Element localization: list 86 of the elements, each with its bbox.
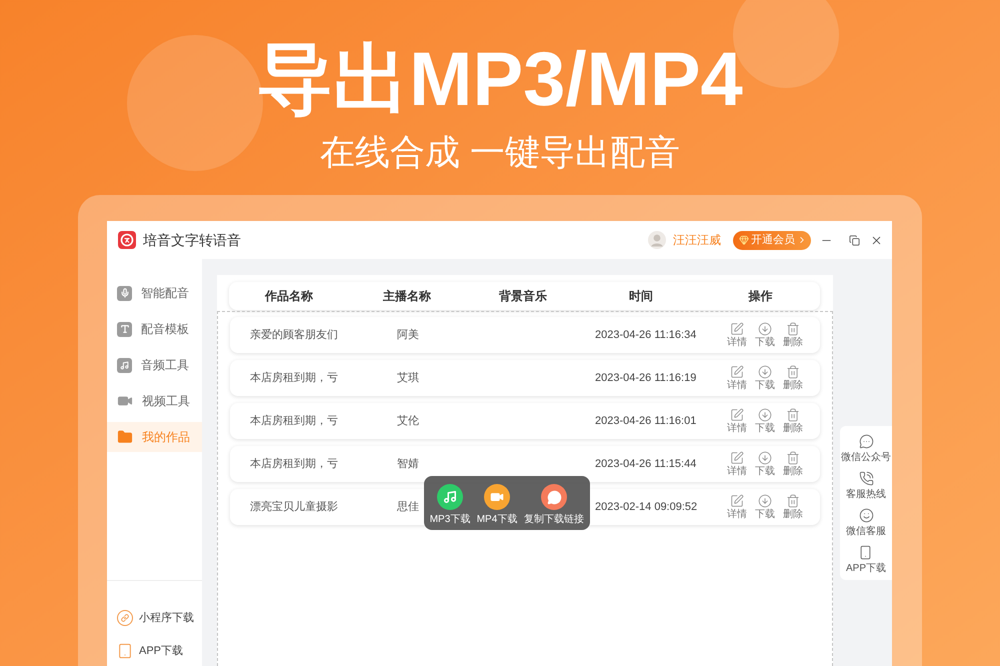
edit-icon bbox=[730, 322, 744, 336]
sidebar-item[interactable]: 视频工具 bbox=[107, 386, 202, 416]
banner-subtitle: 在线合成 一键导出配音 bbox=[320, 133, 680, 173]
table-cell-text: 思佳 bbox=[397, 500, 420, 515]
trash-icon bbox=[786, 494, 800, 508]
mp4-download-button[interactable]: MP4下载 bbox=[476, 484, 518, 530]
table-cell-text: 2023-02-14 09:09:52 bbox=[595, 500, 698, 515]
download-icon bbox=[758, 450, 772, 464]
video-camera-icon bbox=[484, 484, 510, 510]
smiley-icon bbox=[858, 508, 874, 522]
link-icon bbox=[117, 610, 133, 626]
trash-icon bbox=[786, 450, 800, 464]
table-cell-text: 2023-04-26 11:16:34 bbox=[595, 328, 698, 343]
trash-icon bbox=[786, 322, 800, 336]
sidebar-item[interactable]: 配音模板 bbox=[107, 314, 202, 344]
vip-button[interactable]: 开通会员 bbox=[733, 230, 811, 250]
download-icon bbox=[758, 322, 772, 336]
avatar-icon bbox=[648, 231, 666, 249]
wechat-account-button[interactable]: 微信公众号 bbox=[841, 430, 891, 467]
app-title: 培音文字转语音 bbox=[143, 230, 241, 250]
user-name[interactable]: 汪汪汪威 bbox=[673, 231, 721, 249]
trash-icon bbox=[786, 408, 800, 422]
diamond-icon bbox=[739, 235, 749, 245]
details-button[interactable]: 详情 bbox=[725, 322, 749, 348]
delete-button[interactable]: 删除 bbox=[781, 364, 805, 392]
details-button[interactable]: 详情 bbox=[725, 408, 749, 434]
table-cell-text: 2023-04-26 11:15:44 bbox=[595, 456, 698, 472]
text-template-icon bbox=[117, 322, 132, 336]
download-icon bbox=[758, 494, 772, 508]
delete-button[interactable]: 删除 bbox=[781, 494, 805, 520]
column-header: 背景音乐 bbox=[499, 288, 547, 305]
delete-button[interactable]: 删除 bbox=[781, 408, 805, 434]
table-cell-text: 艾琪 bbox=[397, 370, 420, 386]
sidebar-item[interactable]: 智能配音 bbox=[107, 278, 202, 308]
download-button[interactable]: 下载 bbox=[753, 494, 777, 520]
download-button[interactable]: 下载 bbox=[753, 408, 777, 434]
download-icon bbox=[758, 364, 772, 378]
smartphone-icon bbox=[858, 544, 874, 560]
details-button[interactable]: 详情 bbox=[725, 494, 749, 520]
app-download-button[interactable]: APP下载 bbox=[846, 541, 886, 578]
folder-icon bbox=[117, 429, 133, 445]
download-button[interactable]: 下载 bbox=[753, 450, 777, 478]
tablet-icon bbox=[117, 643, 133, 659]
column-header: 操作 bbox=[748, 288, 772, 305]
chat-bubble-icon bbox=[858, 434, 874, 448]
edit-icon bbox=[730, 408, 744, 422]
details-button[interactable]: 详情 bbox=[725, 364, 749, 392]
music-note-icon bbox=[117, 358, 132, 372]
mini-program-link[interactable]: 小程序下载 bbox=[107, 606, 202, 630]
column-header: 作品名称 bbox=[265, 288, 313, 305]
table-cell-text: 智婧 bbox=[397, 456, 420, 472]
restore-icon[interactable] bbox=[849, 234, 860, 246]
edit-icon bbox=[730, 364, 744, 378]
microphone-icon bbox=[117, 286, 132, 300]
wechat-service-button[interactable]: 微信客服 bbox=[846, 504, 886, 541]
table-cell-text: 本店房租到期，亏 bbox=[250, 414, 339, 429]
chat-bubble-icon bbox=[541, 484, 567, 510]
sidebar-item[interactable]: 音频工具 bbox=[107, 350, 202, 380]
table-cell-text: 漂亮宝贝儿童摄影 bbox=[250, 500, 339, 515]
music-note-icon bbox=[437, 484, 463, 510]
download-button[interactable]: 下载 bbox=[753, 322, 777, 348]
hotline-button[interactable]: 客服热线 bbox=[846, 467, 886, 504]
phone-icon bbox=[858, 470, 874, 486]
banner-title: 导出MP3/MP4 bbox=[257, 40, 743, 120]
column-header: 主播名称 bbox=[383, 288, 431, 305]
delete-button[interactable]: 删除 bbox=[781, 322, 805, 348]
delete-button[interactable]: 删除 bbox=[781, 450, 805, 478]
copy-link-button[interactable]: 复制下载链接 bbox=[523, 484, 585, 530]
details-button[interactable]: 详情 bbox=[725, 450, 749, 478]
download-button[interactable]: 下载 bbox=[753, 364, 777, 392]
table-cell-text: 本店房租到期，亏 bbox=[250, 370, 339, 386]
trash-icon bbox=[786, 364, 800, 378]
mp3-download-button[interactable]: MP3下载 bbox=[429, 484, 471, 530]
table-cell-text: 2023-04-26 11:16:01 bbox=[595, 414, 698, 429]
table-cell-text: 本店房租到期，亏 bbox=[250, 456, 339, 472]
table-cell-text: 亲爱的顾客朋友们 bbox=[250, 328, 339, 343]
app-download-link[interactable]: APP下载 bbox=[107, 639, 202, 663]
edit-icon bbox=[730, 494, 744, 508]
app-logo-icon bbox=[118, 231, 136, 249]
column-header: 时间 bbox=[629, 288, 653, 305]
table-cell-text: 艾伦 bbox=[397, 414, 420, 429]
table-cell-text: 2023-04-26 11:16:19 bbox=[595, 370, 698, 386]
table-cell-text: 阿美 bbox=[397, 328, 420, 343]
edit-icon bbox=[730, 450, 744, 464]
sidebar-item[interactable]: 我的作品 bbox=[107, 422, 202, 452]
download-icon bbox=[758, 408, 772, 422]
